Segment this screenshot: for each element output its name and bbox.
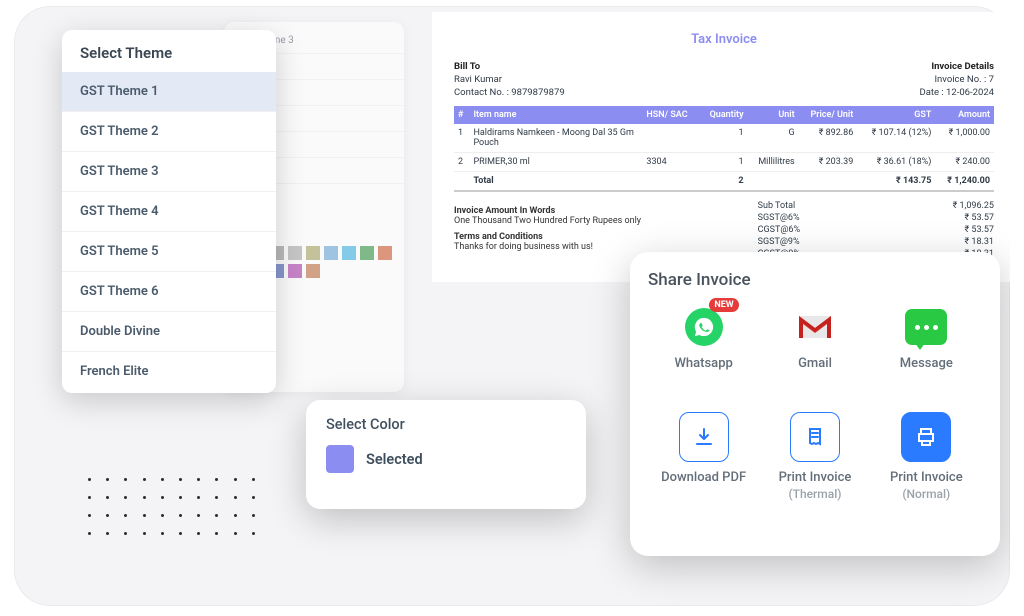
- table-row: 1 Haldirams Namkeen - Moong Dal 35 Gm Po…: [454, 124, 994, 153]
- invoice-date: Date : 12-06-2024: [919, 87, 994, 98]
- printer-icon: [901, 412, 951, 462]
- new-badge: NEW: [709, 298, 738, 312]
- bill-to-label: Bill To: [454, 61, 565, 72]
- theme-option[interactable]: Double Divine: [62, 312, 276, 352]
- receipt-icon: [790, 412, 840, 462]
- message-icon: [905, 309, 947, 345]
- share-label: Message: [900, 356, 953, 372]
- invoice-details-label: Invoice Details: [919, 61, 994, 72]
- terms-value: Thanks for doing business with us!: [454, 242, 738, 252]
- share-label: Download PDF: [661, 470, 746, 486]
- terms-label: Terms and Conditions: [454, 232, 738, 242]
- share-invoice-panel: Share Invoice NEW Whatsapp Gmail: [630, 252, 1000, 556]
- invoice-title: Tax Invoice: [454, 32, 994, 47]
- bill-to-name: Ravi Kumar: [454, 74, 565, 85]
- theme-option[interactable]: GST Theme 2: [62, 112, 276, 152]
- print-thermal[interactable]: Print Invoice(Thermal): [763, 412, 867, 503]
- stage: GST Theme 3 me 4 me 5 me 6 vine te Color…: [14, 6, 1010, 606]
- share-label: Print Invoice(Thermal): [779, 470, 852, 503]
- theme-option[interactable]: French Elite: [62, 352, 276, 391]
- share-invoice-title: Share Invoice: [648, 270, 982, 290]
- amount-in-words: One Thousand Two Hundred Forty Rupees on…: [454, 216, 738, 226]
- bill-to-contact: Contact No. : 9879879879: [454, 87, 565, 98]
- invoice-summary: Sub Total₹ 1,096.25 SGST@6%₹ 53.57 CGST@…: [758, 200, 994, 260]
- selected-color-swatch: [326, 445, 354, 473]
- theme-option[interactable]: GST Theme 5: [62, 232, 276, 272]
- gmail-icon: [794, 306, 836, 348]
- share-whatsapp[interactable]: NEW Whatsapp: [652, 306, 756, 372]
- download-pdf[interactable]: Download PDF: [652, 412, 756, 486]
- share-message[interactable]: Message: [874, 306, 978, 372]
- table-total-row: Total 2 ₹ 143.75 ₹ 1,240.00: [454, 172, 994, 192]
- amount-in-words-label: Invoice Amount In Words: [454, 206, 738, 216]
- download-icon: [679, 412, 729, 462]
- share-gmail[interactable]: Gmail: [763, 306, 867, 372]
- whatsapp-icon: [685, 308, 723, 346]
- theme-option[interactable]: GST Theme 6: [62, 272, 276, 312]
- select-theme-title: Select Theme: [62, 44, 276, 72]
- theme-option[interactable]: GST Theme 1: [62, 72, 276, 112]
- share-label: Print Invoice(Normal): [890, 470, 963, 503]
- invoice-preview: Tax Invoice Bill To Ravi Kumar Contact N…: [432, 12, 1010, 282]
- share-label: Whatsapp: [674, 356, 732, 372]
- select-color-panel: Select Color Selected: [306, 400, 586, 509]
- table-row: 2 PRIMER,30 ml 3304 1 Millilitres ₹ 203.…: [454, 153, 994, 172]
- select-color-title: Select Color: [326, 416, 566, 433]
- select-theme-panel: Select Theme GST Theme 1 GST Theme 2 GST…: [62, 30, 276, 393]
- theme-option[interactable]: GST Theme 4: [62, 192, 276, 232]
- share-label: Gmail: [798, 356, 832, 372]
- selected-color-label: Selected: [366, 451, 423, 468]
- invoice-table: # Item name HSN/ SAC Quantity Unit Price…: [454, 106, 994, 192]
- invoice-no: Invoice No. : 7: [919, 74, 994, 85]
- print-normal[interactable]: Print Invoice(Normal): [874, 412, 978, 503]
- decorative-dot-grid: [88, 478, 258, 538]
- theme-option[interactable]: GST Theme 3: [62, 152, 276, 192]
